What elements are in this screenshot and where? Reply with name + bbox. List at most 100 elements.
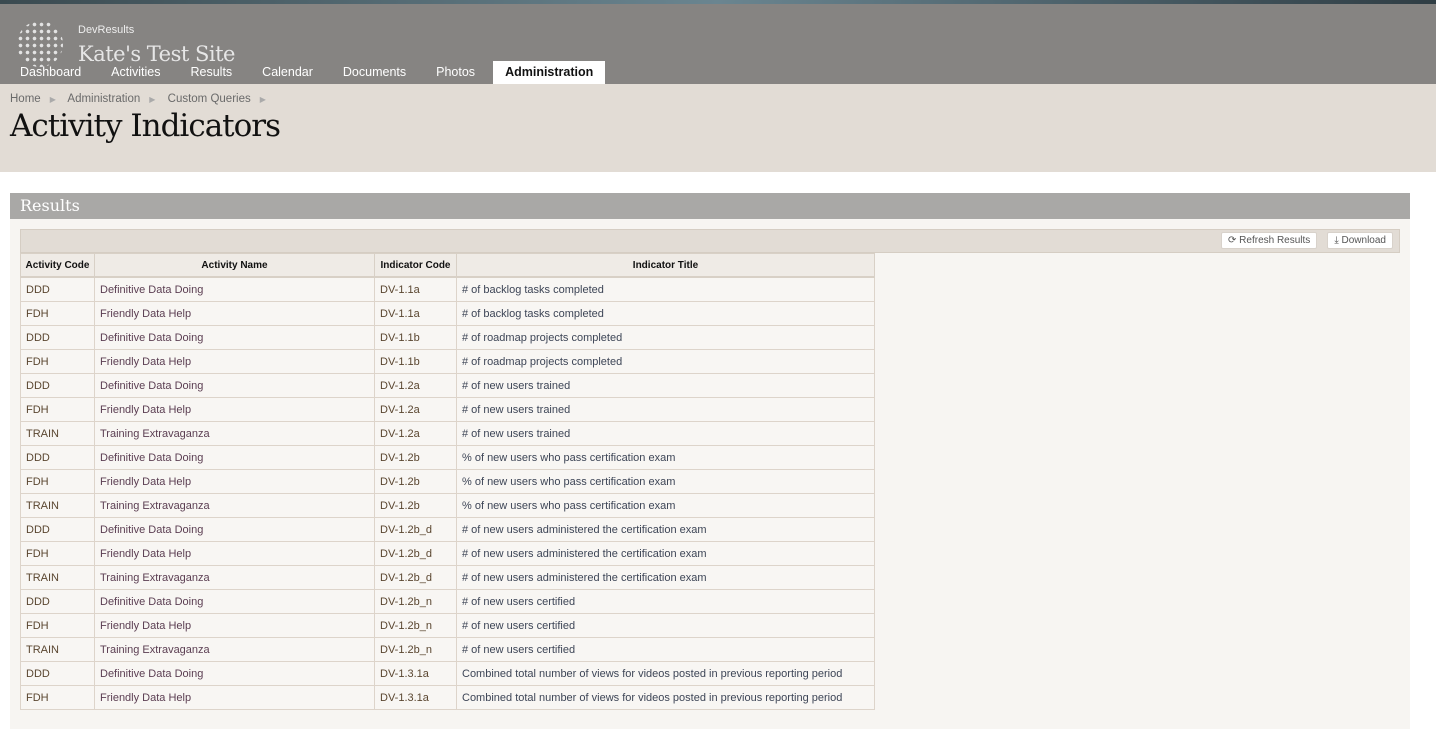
cell-indicator-title: # of backlog tasks completed — [456, 276, 875, 302]
table-row: TRAIN Training Extravaganza DV-1.2b_n # of … — [20, 637, 875, 662]
breadcrumb: Home ▶ Administration ▶ Custom Queries ▶ — [10, 93, 275, 105]
cell-indicator-code: DV-1.2b — [374, 445, 457, 470]
cell-indicator-code: DV-1.2a — [374, 397, 457, 422]
cell-indicator-code: DV-1.1b — [374, 349, 457, 374]
column-header-indicator-code[interactable]: Indicator Code — [374, 253, 457, 278]
title-bar: Home ▶ Administration ▶ Custom Queries ▶ Ac… — [0, 84, 1436, 172]
cell-activity-code: DDD — [20, 661, 95, 686]
cell-indicator-code: DV-1.2b_d — [374, 541, 457, 566]
cell-indicator-title: # of new users administered the certific… — [456, 517, 875, 542]
nav-photos[interactable]: Photos — [424, 61, 487, 84]
cell-indicator-code: DV-1.2b_n — [374, 589, 457, 614]
cell-activity-code: DDD — [20, 517, 95, 542]
table-row: FDH Friendly Data Help DV-1.2b_n # of new u… — [20, 613, 875, 638]
table-row: DDD Definitive Data Doing DV-1.1b # of road… — [20, 325, 875, 350]
cell-indicator-code: DV-1.3.1a — [374, 661, 457, 686]
nav-documents[interactable]: Documents — [331, 61, 418, 84]
cell-activity-code: FDH — [20, 301, 95, 326]
cell-activity-name: Friendly Data Help — [94, 397, 375, 422]
cell-indicator-code: DV-1.2b_n — [374, 637, 457, 662]
results-toolbar: ⟳ Refresh Results ⤓ Download — [20, 229, 1400, 253]
brand-name: DevResults — [78, 24, 135, 36]
cell-activity-name: Training Extravaganza — [94, 565, 375, 590]
cell-activity-name: Definitive Data Doing — [94, 445, 375, 470]
column-header-activity-name[interactable]: Activity Name — [94, 253, 375, 278]
table-row: FDH Friendly Data Help DV-1.1a # of backlog… — [20, 301, 875, 326]
refresh-results-button[interactable]: ⟳ Refresh Results — [1221, 232, 1318, 249]
cell-activity-code: DDD — [20, 325, 95, 350]
cell-indicator-code: DV-1.2b_d — [374, 565, 457, 590]
table-row: FDH Friendly Data Help DV-1.2b% of new use… — [20, 469, 875, 494]
cell-activity-name: Friendly Data Help — [94, 301, 375, 326]
cell-activity-name: Definitive Data Doing — [94, 373, 375, 398]
cell-activity-name: Definitive Data Doing — [94, 517, 375, 542]
cell-activity-code: TRAIN — [20, 421, 95, 446]
cell-activity-code: TRAIN — [20, 493, 95, 518]
cell-indicator-code: DV-1.1b — [374, 325, 457, 350]
site-header: DevResults Kate's Test Site Dashboard Ac… — [0, 4, 1436, 84]
cell-activity-name: Definitive Data Doing — [94, 276, 375, 302]
table-row: DDD Definitive Data Doing DV-1.2b_d # of ne… — [20, 517, 875, 542]
cell-indicator-title: # of new users trained — [456, 421, 875, 446]
column-header-activity-code[interactable]: Activity Code — [20, 253, 95, 278]
breadcrumb-separator-icon: ▶ — [149, 95, 156, 104]
breadcrumb-home[interactable]: Home — [10, 93, 41, 105]
cell-activity-name: Friendly Data Help — [94, 541, 375, 566]
cell-activity-code: FDH — [20, 397, 95, 422]
cell-activity-code: FDH — [20, 613, 95, 638]
breadcrumb-separator-icon: ▶ — [49, 95, 56, 104]
refresh-icon: ⟳ — [1228, 235, 1237, 246]
cell-activity-code: FDH — [20, 541, 95, 566]
cell-indicator-code: DV-1.2b — [374, 469, 457, 494]
cell-activity-code: DDD — [20, 373, 95, 398]
table-row: DDD Definitive Data Doing DV-1.3.1a Combine… — [20, 661, 875, 686]
cell-indicator-title: # of backlog tasks completed — [456, 301, 875, 326]
table-row: FDH Friendly Data Help DV-1.3.1a Combined t… — [20, 685, 875, 710]
cell-activity-name: Training Extravaganza — [94, 637, 375, 662]
cell-activity-code: DDD — [20, 589, 95, 614]
table-row: FDH Friendly Data Help DV-1.1b # of roadmap… — [20, 349, 875, 374]
cell-activity-name: Training Extravaganza — [94, 421, 375, 446]
cell-activity-code: DDD — [20, 276, 95, 302]
download-icon: ⤓ — [1334, 235, 1339, 246]
nav-dashboard[interactable]: Dashboard — [8, 61, 93, 84]
cell-indicator-title: Combined total number of views for video… — [456, 685, 875, 710]
nav-administration[interactable]: Administration — [493, 61, 606, 84]
cell-indicator-title: # of new users administered the certific… — [456, 565, 875, 590]
cell-indicator-code: DV-1.2b_n — [374, 613, 457, 638]
table-row: DDD Definitive Data Doing DV-1.2b_n # of ne… — [20, 589, 875, 614]
main-nav: Dashboard Activities Results Calendar Do… — [8, 61, 611, 84]
download-button[interactable]: ⤓ Download — [1327, 232, 1393, 249]
cell-activity-code: FDH — [20, 349, 95, 374]
table-row: FDH Friendly Data Help DV-1.2b_d # of new u… — [20, 541, 875, 566]
cell-indicator-code: DV-1.1a — [374, 276, 457, 302]
nav-calendar[interactable]: Calendar — [250, 61, 325, 84]
cell-indicator-code: DV-1.2b_d — [374, 517, 457, 542]
cell-indicator-code: DV-1.2a — [374, 373, 457, 398]
cell-activity-name: Friendly Data Help — [94, 469, 375, 494]
table-row: DDD Definitive Data Doing DV-1.2a # of new … — [20, 373, 875, 398]
cell-indicator-title: # of new users trained — [456, 373, 875, 398]
cell-indicator-title: % of new users who pass certification ex… — [456, 469, 875, 494]
cell-indicator-code: DV-1.3.1a — [374, 685, 457, 710]
column-header-indicator-title[interactable]: Indicator Title — [456, 253, 875, 278]
cell-activity-name: Definitive Data Doing — [94, 325, 375, 350]
breadcrumb-custom-queries[interactable]: Custom Queries — [168, 93, 251, 105]
cell-activity-code: FDH — [20, 685, 95, 710]
cell-indicator-title: # of roadmap projects completed — [456, 325, 875, 350]
cell-indicator-title: # of new users certified — [456, 589, 875, 614]
table-row: TRAIN Training Extravaganza DV-1.2a # of ne… — [20, 421, 875, 446]
cell-indicator-title: # of new users certified — [456, 613, 875, 638]
nav-activities[interactable]: Activities — [99, 61, 172, 84]
cell-indicator-code: DV-1.2a — [374, 421, 457, 446]
refresh-label: Refresh Results — [1239, 235, 1311, 246]
cell-activity-code: TRAIN — [20, 565, 95, 590]
breadcrumb-administration[interactable]: Administration — [67, 93, 140, 105]
cell-indicator-title: Combined total number of views for video… — [456, 661, 875, 686]
download-label: Download — [1341, 235, 1386, 246]
cell-indicator-code: DV-1.1a — [374, 301, 457, 326]
cell-activity-name: Definitive Data Doing — [94, 589, 375, 614]
cell-indicator-title: # of new users trained — [456, 397, 875, 422]
nav-results[interactable]: Results — [178, 61, 244, 84]
cell-indicator-title: # of roadmap projects completed — [456, 349, 875, 374]
